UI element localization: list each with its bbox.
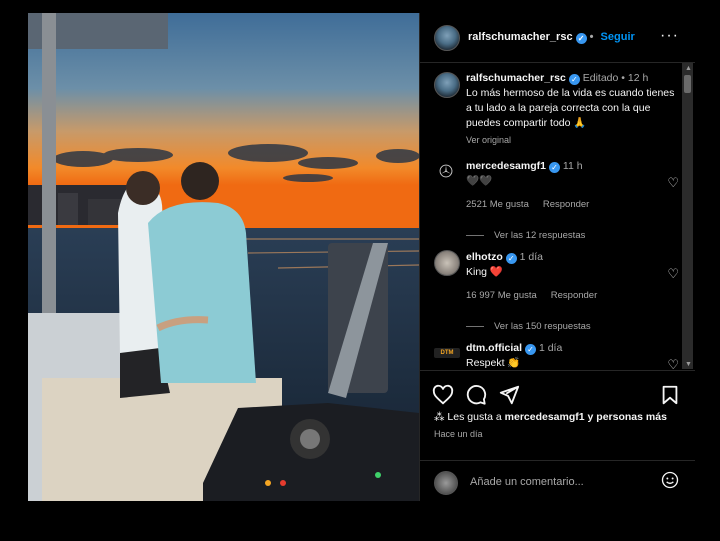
heart-icon[interactable]: ♡ <box>667 175 679 191</box>
separator-dot: • <box>589 31 594 43</box>
follow-button[interactable]: Seguir <box>601 31 635 43</box>
caption-time[interactable]: 12 h <box>628 72 648 84</box>
heart-icon[interactable]: ♡ <box>667 266 679 282</box>
reply-button[interactable]: Responder <box>543 199 589 210</box>
comment-username[interactable]: elhotzo <box>466 251 503 263</box>
comment-username[interactable]: dtm.official <box>466 342 522 354</box>
view-replies-link[interactable]: Ver las 12 respuestas <box>466 228 679 243</box>
scroll-down-arrow-icon[interactable]: ▼ <box>685 361 692 368</box>
comment-likes[interactable]: 16 997 Me gusta <box>466 290 537 301</box>
author-line: ralfschumacher_rsc ✓ • Seguir <box>468 31 635 44</box>
comment-item: DTM dtm.official ✓ 1 día Respekt 👏 ♡ <box>434 341 679 369</box>
mercedes-logo-icon[interactable] <box>434 159 458 183</box>
heart-icon[interactable] <box>432 384 454 406</box>
verified-icon: ✓ <box>505 253 517 264</box>
comment-text: Respekt 👏 <box>466 357 521 369</box>
comment-input[interactable]: Añade un comentario... <box>470 476 584 488</box>
reply-button[interactable]: Responder <box>551 290 597 301</box>
verified-icon: ✓ <box>575 33 587 44</box>
likes-user-link[interactable]: mercedesamgf1 <box>505 411 585 423</box>
scroll-up-arrow-icon[interactable]: ▲ <box>685 65 692 72</box>
caption-avatar[interactable] <box>434 72 460 98</box>
author-username[interactable]: ralfschumacher_rsc <box>468 31 573 43</box>
post-time[interactable]: Hace un día <box>434 429 483 439</box>
caption-username[interactable]: ralfschumacher_rsc <box>466 72 566 84</box>
scrollbar[interactable]: ▲ ▼ <box>682 63 693 369</box>
verified-icon: ✓ <box>525 344 537 355</box>
share-icon[interactable] <box>498 384 520 406</box>
verified-icon: ✓ <box>548 162 560 173</box>
caption: ralfschumacher_rsc ✓ Editado • 12 h Lo má… <box>434 63 679 148</box>
post-photo[interactable] <box>28 13 419 501</box>
comment-likes[interactable]: 2521 Me gusta <box>466 199 529 210</box>
comment-time[interactable]: 1 día <box>539 342 562 354</box>
comment-item: mercedesamgf1 ✓ 11 h 🖤🖤 2521 Me gusta Resp… <box>434 159 679 243</box>
author-avatar[interactable] <box>434 25 460 51</box>
comments-list[interactable]: ralfschumacher_rsc ✓ Editado • 12 h Lo má… <box>420 63 695 369</box>
comment-icon[interactable] <box>465 384 487 406</box>
see-original-link[interactable]: Ver original <box>466 133 679 148</box>
more-icon[interactable]: ··· <box>660 27 679 45</box>
likes-summary: ⁂ Les gusta a mercedesamgf1 y personas m… <box>434 411 667 423</box>
viewer-avatar <box>434 471 458 495</box>
comment-composer: Añade un comentario... <box>420 460 695 502</box>
post-modal: ralfschumacher_rsc ✓ • Seguir ··· ralfsch… <box>28 13 695 501</box>
scrollbar-thumb[interactable] <box>684 75 691 93</box>
dtm-logo-icon[interactable]: DTM <box>434 348 460 358</box>
comment-username[interactable]: mercedesamgf1 <box>466 160 546 172</box>
post-side-panel: ralfschumacher_rsc ✓ • Seguir ··· ralfsch… <box>419 13 695 501</box>
comment-text: 🖤🖤 <box>466 175 493 187</box>
comment-time[interactable]: 11 h <box>563 160 583 172</box>
likes-avatars-icon: ⁂ <box>434 411 445 423</box>
comment-time[interactable]: 1 día <box>520 251 543 263</box>
save-icon[interactable] <box>659 384 681 406</box>
view-replies-link[interactable]: Ver las 150 respuestas <box>466 319 679 334</box>
heart-icon[interactable]: ♡ <box>667 357 679 369</box>
comment-item: elhotzo ✓ 1 día King ❤️ 16 997 Me gusta Re… <box>434 250 679 334</box>
emoji-icon[interactable] <box>661 471 679 489</box>
likes-others-link[interactable]: y personas más <box>588 411 667 423</box>
caption-edited: Editado <box>582 72 619 84</box>
verified-icon: ✓ <box>568 74 580 85</box>
comment-avatar[interactable] <box>434 250 460 276</box>
comment-text: King ❤️ <box>466 266 504 278</box>
post-header: ralfschumacher_rsc ✓ • Seguir ··· <box>420 13 695 63</box>
caption-text: Lo más hermoso de la vida es cuando tien… <box>466 87 675 129</box>
